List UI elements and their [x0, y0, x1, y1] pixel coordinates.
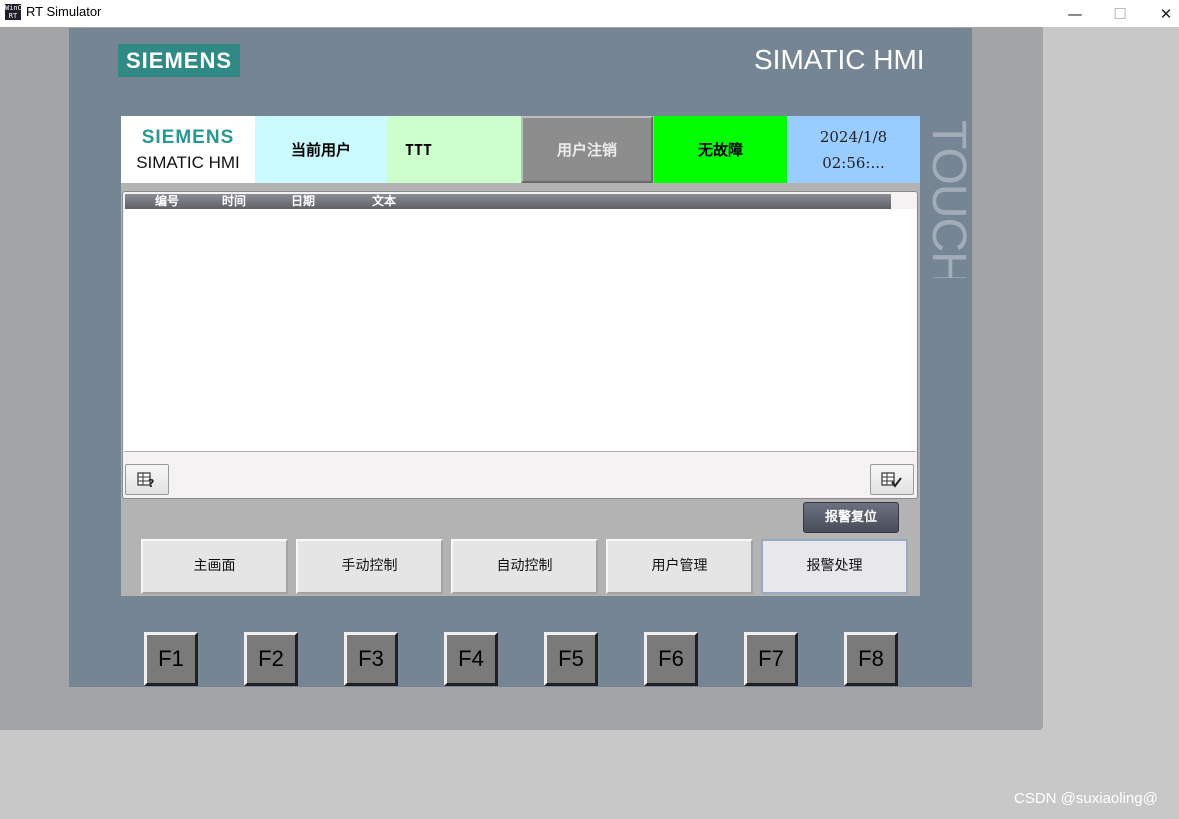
watermark: CSDN @suxiaoling@	[1014, 790, 1158, 807]
function-key-f6[interactable]: F6	[644, 632, 698, 686]
header-logo-sub: SIMATIC HMI	[136, 152, 240, 172]
close-button[interactable]: ✕	[1143, 0, 1179, 27]
date-value: 2024/1/8	[819, 127, 888, 146]
fault-status: 无故障	[654, 116, 787, 183]
header-logo: SIEMENS SIMATIC HMI	[121, 116, 255, 183]
app-icon: WinCC RT	[5, 4, 21, 20]
siemens-logo: SIEMENS	[118, 44, 240, 77]
column-header-text[interactable]: 文本	[372, 194, 396, 209]
alarm-view: 编号 时间 日期 文本 ?	[122, 191, 918, 499]
alarm-list[interactable]	[124, 209, 916, 452]
column-header-date[interactable]: 日期	[291, 194, 315, 209]
acknowledge-icon[interactable]	[870, 464, 914, 495]
time-value: 02:56:...	[822, 153, 885, 172]
touch-label: TOUCH	[922, 120, 972, 278]
header-logo-brand: SIEMENS	[141, 126, 235, 148]
nav-auto-control-button[interactable]: 自动控制	[451, 539, 598, 594]
column-header-number[interactable]: 编号	[155, 194, 179, 209]
device-model-title: SIMATIC HMI	[754, 44, 925, 75]
info-icon[interactable]: ?	[125, 464, 169, 495]
current-user-label: 当前用户	[255, 116, 387, 183]
function-key-f4[interactable]: F4	[444, 632, 498, 686]
alarm-table-header: 编号 时间 日期 文本	[125, 194, 891, 209]
function-key-f3[interactable]: F3	[344, 632, 398, 686]
datetime-display: 2024/1/8 02:56:...	[787, 116, 920, 183]
nav-manual-control-button[interactable]: 手动控制	[296, 539, 443, 594]
window-title: RT Simulator	[26, 4, 102, 19]
window-titlebar: WinCC RT RT Simulator — ☐ ✕	[0, 0, 1179, 27]
function-key-f1[interactable]: F1	[144, 632, 198, 686]
column-header-time[interactable]: 时间	[222, 194, 246, 209]
current-user-value: TTT	[387, 116, 521, 183]
alarm-reset-button[interactable]: 报警复位	[803, 502, 899, 533]
function-key-f5[interactable]: F5	[544, 632, 598, 686]
svg-text:?: ?	[148, 477, 154, 489]
minimize-button[interactable]: —	[1052, 0, 1098, 27]
function-key-f2[interactable]: F2	[244, 632, 298, 686]
nav-user-management-button[interactable]: 用户管理	[606, 539, 753, 594]
maximize-button[interactable]: ☐	[1097, 0, 1143, 27]
function-key-f7[interactable]: F7	[744, 632, 798, 686]
function-key-f8[interactable]: F8	[844, 632, 898, 686]
nav-alarm-handling-button[interactable]: 报警处理	[761, 539, 908, 594]
logout-button[interactable]: 用户注销	[521, 116, 653, 183]
nav-main-screen-button[interactable]: 主画面	[141, 539, 288, 594]
